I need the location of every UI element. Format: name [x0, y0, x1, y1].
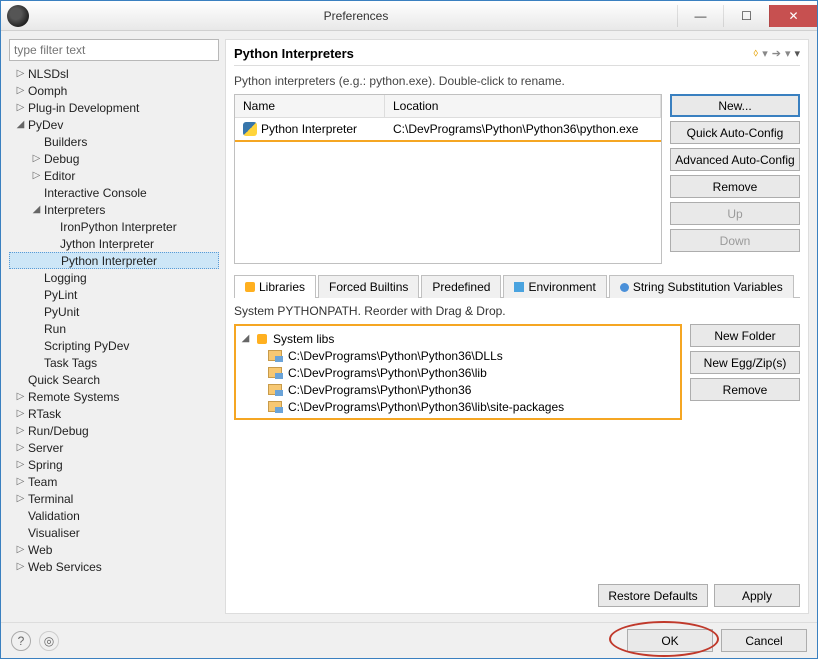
libs-root-icon: [257, 334, 267, 344]
lib-path-item[interactable]: C:\DevPrograms\Python\Python36\lib\site-…: [240, 398, 676, 415]
page-title: Python Interpreters: [234, 46, 354, 61]
forward-icon[interactable]: ➔: [772, 47, 781, 60]
window-title: Preferences: [35, 9, 677, 23]
remove-interpreter-button[interactable]: Remove: [670, 175, 800, 198]
interpreter-name: Python Interpreter: [261, 122, 357, 136]
folder-icon: [268, 350, 282, 361]
titlebar: Preferences — ☐ ✕: [1, 1, 817, 31]
tree-item-remote-systems[interactable]: ▷Remote Systems: [9, 388, 219, 405]
tree-item-rtask[interactable]: ▷RTask: [9, 405, 219, 422]
preferences-tree[interactable]: ▷NLSDsl▷Oomph▷Plug-in Development◢PyDevB…: [9, 65, 219, 614]
tree-item-team[interactable]: ▷Team: [9, 473, 219, 490]
interpreter-location: C:\DevPrograms\Python\Python36\python.ex…: [385, 118, 661, 140]
tree-item-scripting-pydev[interactable]: Scripting PyDev: [9, 337, 219, 354]
back-menu-icon[interactable]: ▾: [762, 47, 768, 60]
system-libs-box[interactable]: ◢ System libs C:\DevPrograms\Python\Pyth…: [234, 324, 682, 420]
tree-item-task-tags[interactable]: Task Tags: [9, 354, 219, 371]
tree-item-jython-interpreter[interactable]: Jython Interpreter: [9, 235, 219, 252]
ssv-icon: [620, 283, 629, 292]
tree-item-python-interpreter[interactable]: Python Interpreter: [9, 252, 219, 269]
col-header-location[interactable]: Location: [385, 95, 661, 117]
forward-menu-icon[interactable]: ▾: [785, 47, 791, 60]
tree-item-interpreters[interactable]: ◢Interpreters: [9, 201, 219, 218]
tree-item-web[interactable]: ▷Web: [9, 541, 219, 558]
tree-item-oomph[interactable]: ▷Oomph: [9, 82, 219, 99]
tab-forced-builtins[interactable]: Forced Builtins: [318, 275, 419, 298]
close-button[interactable]: ✕: [769, 5, 817, 27]
tree-item-plug-in-development[interactable]: ▷Plug-in Development: [9, 99, 219, 116]
libraries-icon: [245, 282, 255, 292]
tree-item-validation[interactable]: Validation: [9, 507, 219, 524]
new-button[interactable]: New...: [670, 94, 800, 117]
tree-item-pylint[interactable]: PyLint: [9, 286, 219, 303]
new-folder-button[interactable]: New Folder: [690, 324, 800, 347]
tree-item-ironpython-interpreter[interactable]: IronPython Interpreter: [9, 218, 219, 235]
back-icon[interactable]: ⬨: [753, 47, 758, 60]
left-panel: ▷NLSDsl▷Oomph▷Plug-in Development◢PyDevB…: [9, 39, 219, 614]
tree-item-terminal[interactable]: ▷Terminal: [9, 490, 219, 507]
footer: ? ◎ OK Cancel: [1, 622, 817, 658]
tree-item-debug[interactable]: ▷Debug: [9, 150, 219, 167]
system-libs-label: System libs: [273, 332, 334, 346]
page-description: Python interpreters (e.g.: python.exe). …: [234, 74, 800, 88]
pythonpath-description: System PYTHONPATH. Reorder with Drag & D…: [234, 304, 800, 318]
tree-item-spring[interactable]: ▷Spring: [9, 456, 219, 473]
tree-item-interactive-console[interactable]: Interactive Console: [9, 184, 219, 201]
folder-icon: [268, 367, 282, 378]
cancel-button[interactable]: Cancel: [721, 629, 807, 652]
tab-environment[interactable]: Environment: [503, 275, 606, 298]
advanced-auto-config-button[interactable]: Advanced Auto-Config: [670, 148, 800, 171]
tree-item-pydev[interactable]: ◢PyDev: [9, 116, 219, 133]
col-header-name[interactable]: Name: [235, 95, 385, 117]
tree-item-server[interactable]: ▷Server: [9, 439, 219, 456]
remove-lib-button[interactable]: Remove: [690, 378, 800, 401]
tab-predefined[interactable]: Predefined: [421, 275, 501, 298]
folder-icon: [268, 384, 282, 395]
help-icon[interactable]: ?: [11, 631, 31, 651]
tree-item-quick-search[interactable]: Quick Search: [9, 371, 219, 388]
app-icon: [7, 5, 29, 27]
python-icon: [243, 122, 257, 136]
page-nav-icons: ⬨ ▾ ➔ ▾ ▾: [753, 47, 800, 60]
tree-item-visualiser[interactable]: Visualiser: [9, 524, 219, 541]
maximize-button[interactable]: ☐: [723, 5, 769, 27]
down-button[interactable]: Down: [670, 229, 800, 252]
lib-path-item[interactable]: C:\DevPrograms\Python\Python36: [240, 381, 676, 398]
tab-libraries[interactable]: Libraries: [234, 275, 316, 298]
preferences-window: Preferences — ☐ ✕ ▷NLSDsl▷Oomph▷Plug-in …: [0, 0, 818, 659]
tree-item-pyunit[interactable]: PyUnit: [9, 303, 219, 320]
up-button[interactable]: Up: [670, 202, 800, 225]
new-egg-zip-button[interactable]: New Egg/Zip(s): [690, 351, 800, 374]
tabs: Libraries Forced Builtins Predefined Env…: [234, 274, 800, 298]
system-libs-root[interactable]: ◢ System libs: [240, 330, 676, 347]
right-panel: Python Interpreters ⬨ ▾ ➔ ▾ ▾ Python int…: [225, 39, 809, 614]
lib-path-item[interactable]: C:\DevPrograms\Python\Python36\DLLs: [240, 347, 676, 364]
import-export-icon[interactable]: ◎: [39, 631, 59, 651]
tree-item-run-debug[interactable]: ▷Run/Debug: [9, 422, 219, 439]
tab-string-substitution[interactable]: String Substitution Variables: [609, 275, 794, 298]
lib-path-item[interactable]: C:\DevPrograms\Python\Python36\lib: [240, 364, 676, 381]
interpreter-table[interactable]: Name Location Python Interpreter C:\DevP…: [234, 94, 662, 264]
filter-input[interactable]: [9, 39, 219, 61]
interpreter-row[interactable]: Python Interpreter C:\DevPrograms\Python…: [235, 118, 661, 142]
tree-item-logging[interactable]: Logging: [9, 269, 219, 286]
apply-button[interactable]: Apply: [714, 584, 800, 607]
minimize-button[interactable]: —: [677, 5, 723, 27]
restore-defaults-button[interactable]: Restore Defaults: [598, 584, 708, 607]
tree-item-run[interactable]: Run: [9, 320, 219, 337]
quick-auto-config-button[interactable]: Quick Auto-Config: [670, 121, 800, 144]
tree-item-editor[interactable]: ▷Editor: [9, 167, 219, 184]
tree-item-builders[interactable]: Builders: [9, 133, 219, 150]
tree-item-nlsdsl[interactable]: ▷NLSDsl: [9, 65, 219, 82]
view-menu-icon[interactable]: ▾: [794, 47, 800, 60]
environment-icon: [514, 282, 524, 292]
tree-item-web-services[interactable]: ▷Web Services: [9, 558, 219, 575]
folder-icon: [268, 401, 282, 412]
ok-button[interactable]: OK: [627, 629, 713, 652]
